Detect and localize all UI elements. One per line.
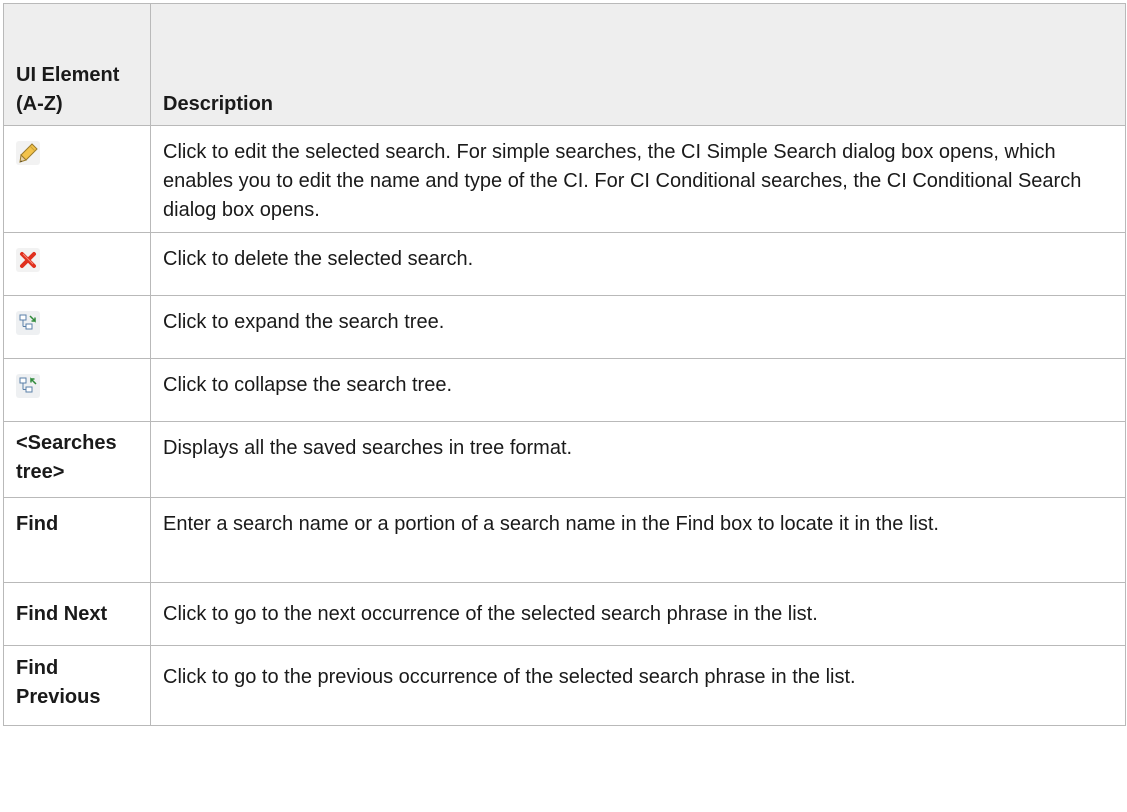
description-cell: Click to go to the next occurrence of th… — [150, 582, 1126, 646]
collapse-tree-icon — [16, 374, 40, 398]
element-cell: Find Next — [3, 582, 151, 646]
table-row: Click to collapse the search tree. — [3, 358, 1126, 422]
element-cell: Find Previous — [3, 645, 151, 726]
element-cell — [3, 358, 151, 422]
ui-elements-table: UI Element (A-Z) Description Click to ed… — [3, 3, 1126, 726]
element-cell: <Searches tree> — [3, 421, 151, 498]
element-cell: Find — [3, 497, 151, 583]
table-row: <Searches tree> Displays all the saved s… — [3, 421, 1126, 498]
element-cell — [3, 125, 151, 233]
description-cell: Click to delete the selected search. — [150, 232, 1126, 296]
description-cell: Click to collapse the search tree. — [150, 358, 1126, 422]
table-row: Find Previous Click to go to the previou… — [3, 645, 1126, 726]
edit-pencil-icon — [16, 141, 40, 165]
description-cell: Click to expand the search tree. — [150, 295, 1126, 359]
delete-x-icon — [16, 248, 40, 272]
header-description: Description — [150, 3, 1126, 126]
table-row: Find Enter a search name or a portion of… — [3, 497, 1126, 583]
table-row: Find Next Click to go to the next occurr… — [3, 582, 1126, 646]
table-header-row: UI Element (A-Z) Description — [3, 3, 1126, 126]
table-row: Click to edit the selected search. For s… — [3, 125, 1126, 233]
description-cell: Enter a search name or a portion of a se… — [150, 497, 1126, 583]
description-cell: Click to go to the previous occurrence o… — [150, 645, 1126, 726]
expand-tree-icon — [16, 311, 40, 335]
element-cell — [3, 295, 151, 359]
table-row: Click to expand the search tree. — [3, 295, 1126, 359]
description-cell: Click to edit the selected search. For s… — [150, 125, 1126, 233]
table-row: Click to delete the selected search. — [3, 232, 1126, 296]
element-cell — [3, 232, 151, 296]
description-cell: Displays all the saved searches in tree … — [150, 421, 1126, 498]
header-ui-element: UI Element (A-Z) — [3, 3, 151, 126]
